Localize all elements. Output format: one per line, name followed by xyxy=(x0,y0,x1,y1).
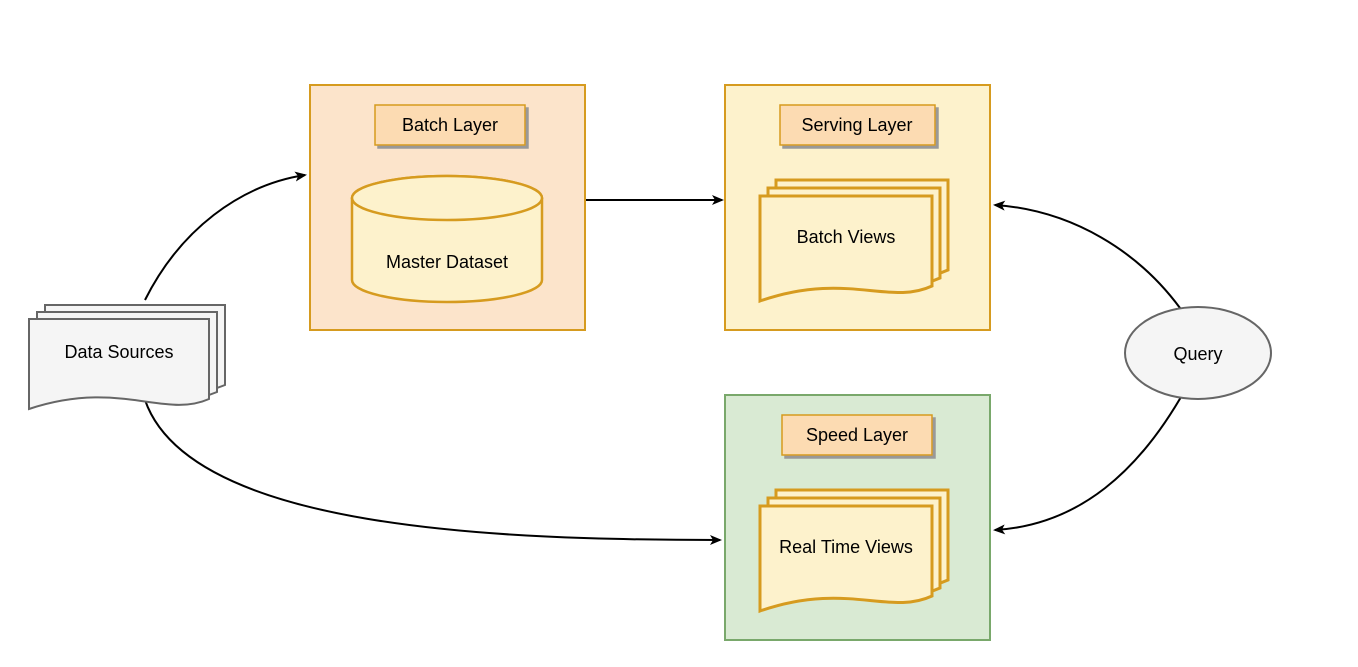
data-sources-label: Data Sources xyxy=(64,342,173,362)
query-label: Query xyxy=(1173,344,1222,364)
realtime-views-label: Real Time Views xyxy=(779,537,913,557)
data-sources-node: Data Sources xyxy=(29,305,225,409)
arrow-query-to-speed xyxy=(995,390,1185,530)
speed-layer-title: Speed Layer xyxy=(806,425,908,445)
batch-views-label: Batch Views xyxy=(797,227,896,247)
master-dataset-label: Master Dataset xyxy=(386,252,508,272)
serving-layer-container: Serving Layer Batch Views xyxy=(725,85,990,330)
batch-views-docs: Batch Views xyxy=(760,180,948,301)
master-dataset-cylinder: Master Dataset xyxy=(352,176,542,302)
realtime-views-docs: Real Time Views xyxy=(760,490,948,611)
query-node: Query xyxy=(1125,307,1271,399)
serving-layer-title: Serving Layer xyxy=(801,115,912,135)
batch-layer-container: Batch Layer Master Dataset xyxy=(310,85,585,330)
arrow-sources-to-batch xyxy=(145,175,305,300)
architecture-diagram: Data Sources Batch Layer Master Dataset … xyxy=(0,0,1358,667)
speed-layer-container: Speed Layer Real Time Views xyxy=(725,395,990,640)
arrow-query-to-serving xyxy=(995,205,1185,315)
arrow-sources-to-speed xyxy=(145,400,720,540)
batch-layer-title: Batch Layer xyxy=(402,115,498,135)
